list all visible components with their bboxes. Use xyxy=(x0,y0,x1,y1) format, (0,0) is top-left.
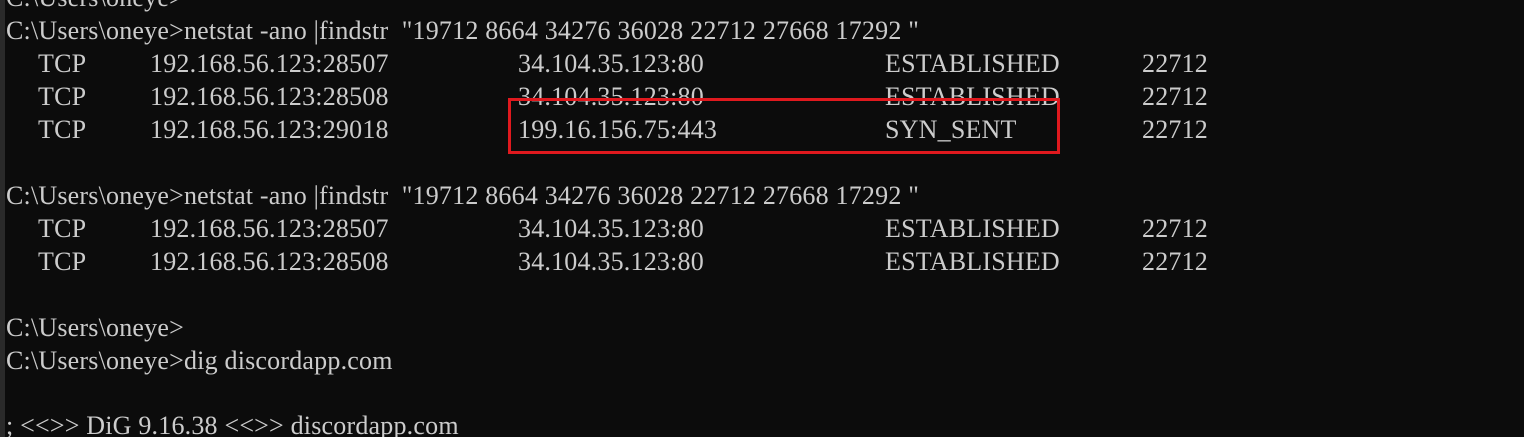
protocol: TCP xyxy=(38,247,87,276)
process-id: 22712 xyxy=(1142,82,1208,111)
local-address: 192.168.56.123:28507 xyxy=(150,49,389,78)
protocol: TCP xyxy=(38,214,87,243)
netstat-command-line-2: C:\Users\oneye>netstat -ano |findstr "19… xyxy=(6,181,920,210)
remote-address: 34.104.35.123:80 xyxy=(518,49,704,78)
local-address: 192.168.56.123:29018 xyxy=(150,115,389,144)
empty-prompt-line: C:\Users\oneye> xyxy=(6,313,184,342)
local-address: 192.168.56.123:28507 xyxy=(150,214,389,243)
connection-row: TCP 192.168.56.123:28508 34.104.35.123:8… xyxy=(0,245,1524,278)
process-id: 22712 xyxy=(1142,49,1208,78)
process-id: 22712 xyxy=(1142,247,1208,276)
local-address: 192.168.56.123:28508 xyxy=(150,82,389,111)
connection-state: ESTABLISHED xyxy=(885,49,1060,78)
process-id: 22712 xyxy=(1142,115,1208,144)
protocol: TCP xyxy=(38,115,87,144)
prompt-line-cut-off: C:\Users\oneye> xyxy=(6,0,184,14)
process-id: 22712 xyxy=(1142,214,1208,243)
terminal-window[interactable]: C:\Users\oneye> C:\Users\oneye>netstat -… xyxy=(0,0,1524,437)
local-address: 192.168.56.123:28508 xyxy=(150,247,389,276)
protocol: TCP xyxy=(38,82,87,111)
remote-address: 34.104.35.123:80 xyxy=(518,214,704,243)
protocol: TCP xyxy=(38,49,87,78)
connection-row: TCP 192.168.56.123:28507 34.104.35.123:8… xyxy=(0,212,1524,245)
red-highlight-box xyxy=(508,98,1060,154)
dig-command-line: C:\Users\oneye>dig discordapp.com xyxy=(6,346,393,375)
connection-state: ESTABLISHED xyxy=(885,247,1060,276)
connection-state: ESTABLISHED xyxy=(885,214,1060,243)
netstat-command-line-1: C:\Users\oneye>netstat -ano |findstr "19… xyxy=(6,16,920,45)
connection-row: TCP 192.168.56.123:28507 34.104.35.123:8… xyxy=(0,47,1524,80)
remote-address: 34.104.35.123:80 xyxy=(518,247,704,276)
dig-output-header: ; <<>> DiG 9.16.38 <<>> discordapp.com xyxy=(6,411,459,437)
